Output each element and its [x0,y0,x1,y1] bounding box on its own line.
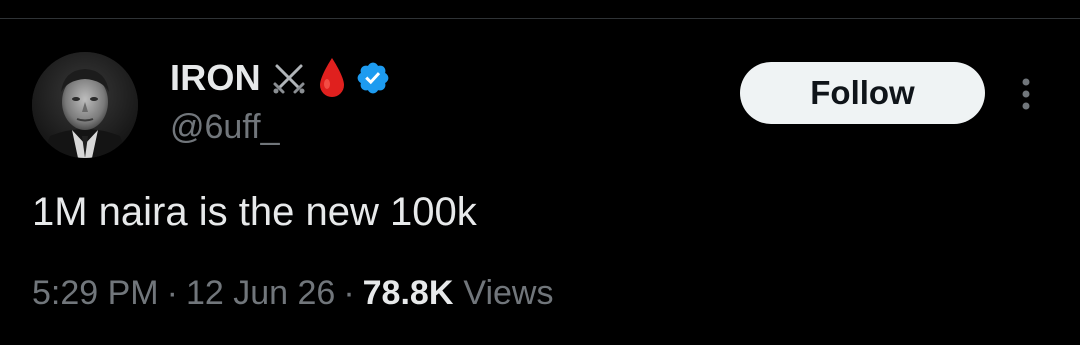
meta-separator: · [343,273,355,312]
views-count[interactable]: 78.8K [363,274,454,313]
author-name-row: IRON [170,56,391,100]
meta-separator: · [166,273,178,312]
tweet-text: 1M naira is the new 100k [32,190,477,234]
tweet-meta: 5:29 PM · 12 Jun 26 · 78.8K Views [32,270,553,316]
author-handle[interactable]: @6uff_ [170,108,280,147]
tweet-time[interactable]: 5:29 PM [32,274,159,313]
crossed-swords-icon [269,58,309,98]
more-vertical-icon [1022,78,1030,110]
views-label[interactable]: Views [463,274,553,313]
avatar[interactable] [32,52,138,158]
top-divider [0,18,1080,19]
more-options-button[interactable] [1012,72,1040,116]
display-name[interactable]: IRON [170,57,261,99]
blood-drop-icon [317,56,347,100]
tweet-date[interactable]: 12 Jun 26 [186,274,335,313]
follow-button[interactable]: Follow [740,62,985,124]
avatar-portrait [32,52,138,158]
verified-badge-icon[interactable] [355,60,391,96]
